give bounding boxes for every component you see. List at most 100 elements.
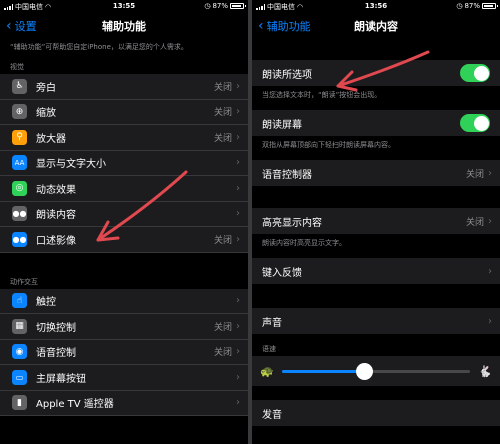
row-motion[interactable]: ◎ 动态效果 ›: [0, 176, 248, 202]
row-typing-feedback[interactable]: 键入反馈 ›: [252, 258, 500, 284]
row-label: 切换控制: [36, 322, 76, 334]
rate-slider-knob[interactable]: [356, 362, 374, 380]
row-highlight-content[interactable]: 高亮显示内容 关闭 ›: [252, 208, 500, 234]
chevron-right-icon: ›: [236, 320, 240, 332]
row-speak-screen: 朗读屏幕: [252, 110, 500, 136]
text-size-icon: AA: [12, 155, 27, 171]
row-label: 显示与文字大小: [36, 159, 106, 171]
back-button[interactable]: ‹ 设置: [6, 18, 37, 34]
status-bar: 中国电信 ◠ 13:55 ◷ 87%: [0, 0, 248, 14]
chevron-right-icon: ›: [236, 295, 240, 307]
magnifier-icon: ⚲: [12, 129, 27, 145]
row-label: 语音控制: [36, 348, 76, 360]
voice-control-icon: ◉: [12, 344, 27, 360]
spoken-content-icon: ●●: [12, 206, 27, 222]
voiceover-icon: ♿: [12, 78, 27, 94]
row-audio-descriptions[interactable]: ●● 口述影像 关闭 ›: [0, 227, 248, 253]
row-magnifier[interactable]: ⚲ 放大器 关闭 ›: [0, 125, 248, 151]
chevron-right-icon: ›: [236, 80, 240, 92]
row-spoken-content[interactable]: ●● 朗读内容 ›: [0, 201, 248, 227]
speaking-rate-label: 语速: [262, 345, 276, 353]
back-button[interactable]: ‹ 辅助功能: [258, 18, 311, 34]
interaction-section-label: 动作交互: [10, 277, 38, 286]
speech-controller-label: 语音控制器: [262, 169, 312, 181]
battery-percent: 87%: [464, 2, 480, 10]
chevron-right-icon: ›: [488, 265, 492, 277]
row-voice-control[interactable]: ◉ 语音控制 关闭 ›: [0, 339, 248, 365]
row-voices[interactable]: 声音 ›: [252, 308, 500, 334]
battery-icon: [482, 3, 498, 9]
row-display-text-size[interactable]: AA 显示与文字大小 ›: [0, 150, 248, 176]
row-voiceover[interactable]: ♿ 旁白 关闭 ›: [0, 74, 248, 100]
rate-slider-track[interactable]: [281, 362, 471, 380]
row-value: 关闭: [213, 108, 232, 119]
page-title: 辅助功能: [102, 20, 146, 33]
row-apple-tv-remote[interactable]: ▮ Apple TV 遥控器 ›: [0, 390, 248, 416]
highlight-label: 高亮显示内容: [262, 217, 322, 229]
remote-icon: ▮: [12, 395, 27, 411]
row-label: 口述影像: [36, 235, 76, 247]
speak-selection-toggle[interactable]: [460, 64, 490, 82]
motion-icon: ◎: [12, 180, 27, 196]
speak-selection-label: 朗读所选项: [262, 69, 312, 81]
chevron-right-icon: ›: [236, 233, 240, 245]
row-label: 朗读内容: [36, 210, 76, 222]
chevron-right-icon: ›: [236, 397, 240, 409]
row-value: 关闭: [213, 82, 232, 93]
chevron-right-icon: ›: [236, 346, 240, 358]
turtle-icon: 🐢: [260, 364, 274, 378]
zoom-icon: ⊕: [12, 104, 27, 120]
battery-percent: 87%: [212, 2, 228, 10]
hare-icon: 🐇: [478, 364, 492, 378]
row-touch[interactable]: ☝ 触控 ›: [0, 288, 248, 314]
chevron-right-icon: ›: [236, 106, 240, 118]
chevron-left-icon: ‹: [258, 18, 264, 34]
interaction-list: ☝ 触控 › ▦ 切换控制 关闭 › ◉ 语音控制 关闭 › ▭ 主屏幕按钮 ›…: [0, 288, 248, 416]
home-button-icon: ▭: [12, 369, 27, 385]
page-description: “辅助功能”可帮助您自定iPhone，以满足您的个人需求。: [10, 43, 188, 51]
chevron-right-icon: ›: [236, 371, 240, 383]
pronunciations-label: 发音: [262, 409, 282, 421]
row-speech-controller[interactable]: 语音控制器 关闭 ›: [252, 160, 500, 186]
alarm-icon: ◷: [204, 2, 211, 10]
row-speak-selection: 朗读所选项: [252, 60, 500, 86]
chevron-right-icon: ›: [488, 167, 492, 179]
chevron-left-icon: ‹: [6, 18, 12, 34]
row-value: 关闭: [213, 133, 232, 144]
vision-list: ♿ 旁白 关闭 › ⊕ 缩放 关闭 › ⚲ 放大器 关闭 › AA 显示与文字大…: [0, 74, 248, 253]
row-value: 关闭: [213, 235, 232, 246]
status-bar: 中国电信 ◠ 13:56 ◷ 87%: [252, 0, 500, 14]
row-home-button[interactable]: ▭ 主屏幕按钮 ›: [0, 365, 248, 391]
speak-selection-note: 当您选择文本时，“朗读”按钮会出现。: [262, 91, 382, 99]
vision-section-label: 视觉: [10, 63, 24, 71]
row-pronunciations[interactable]: 发音: [252, 400, 500, 426]
rate-slider-fill: [281, 369, 365, 373]
spoken-content-screen: 中国电信 ◠ 13:56 ◷ 87% ‹ 辅助功能 朗读内容 朗读所选项 当您选…: [252, 0, 500, 444]
chevron-right-icon: ›: [236, 208, 240, 220]
switch-control-icon: ▦: [12, 318, 27, 334]
row-value: 关闭: [213, 348, 232, 359]
back-label: 辅助功能: [266, 20, 311, 33]
speak-screen-note: 双指从屏幕顶部向下轻扫时朗读屏幕内容。: [262, 141, 395, 149]
speak-screen-toggle[interactable]: [460, 114, 490, 132]
row-label: 放大器: [36, 133, 66, 145]
row-value: 关闭: [213, 322, 232, 333]
battery-icon: [230, 3, 246, 9]
row-label: 主屏幕按钮: [36, 373, 86, 385]
speech-controller-value: 关闭: [465, 169, 484, 180]
row-zoom[interactable]: ⊕ 缩放 关闭 ›: [0, 99, 248, 125]
audio-description-icon: ●●: [12, 231, 27, 247]
chevron-right-icon: ›: [236, 131, 240, 143]
speak-screen-label: 朗读屏幕: [262, 119, 302, 131]
highlight-note: 朗读内容时高亮显示文字。: [262, 239, 346, 247]
row-label: 动态效果: [36, 184, 76, 196]
alarm-icon: ◷: [456, 2, 463, 10]
typing-feedback-label: 键入反馈: [262, 267, 302, 279]
row-label: Apple TV 遥控器: [36, 399, 114, 411]
row-switch-control[interactable]: ▦ 切换控制 关闭 ›: [0, 314, 248, 340]
back-label: 设置: [14, 20, 37, 33]
chevron-right-icon: ›: [236, 157, 240, 169]
nav-bar: ‹ 设置 辅助功能: [0, 14, 248, 38]
row-label: 触控: [36, 297, 56, 309]
row-label: 旁白: [36, 82, 56, 94]
